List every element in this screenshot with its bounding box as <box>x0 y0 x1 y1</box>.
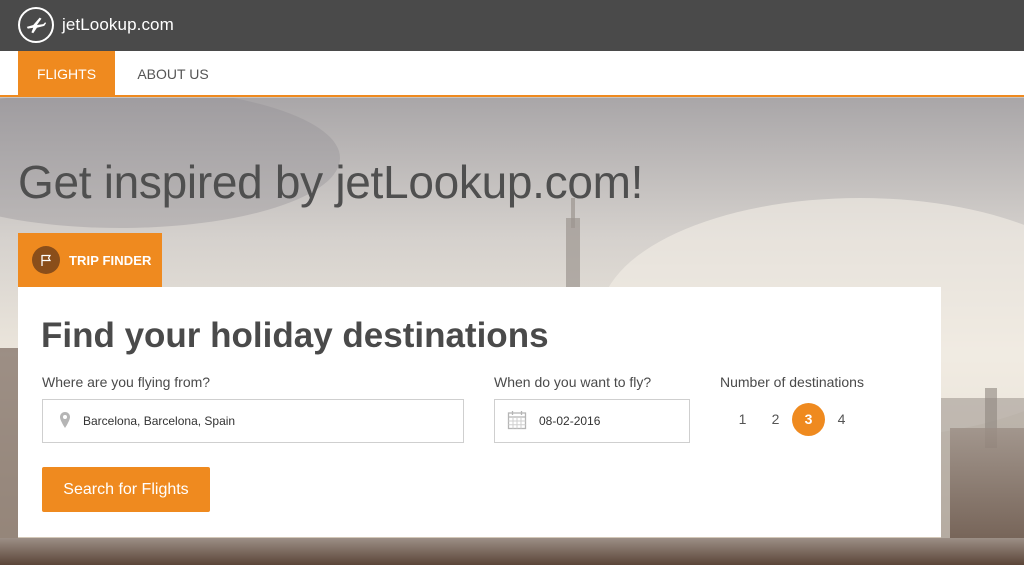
main-nav: FLIGHTS ABOUT US <box>0 51 1024 97</box>
search-flights-button[interactable]: Search for Flights <box>42 467 210 512</box>
date-value: 08-02-2016 <box>539 414 601 428</box>
trip-finder-card: Find your holiday destinations Where are… <box>18 287 941 537</box>
nav-flights[interactable]: FLIGHTS <box>18 51 115 96</box>
plane-icon <box>18 7 54 43</box>
tab-trip-finder-label: TRIP FINDER <box>69 252 152 268</box>
card-title: Find your holiday destinations <box>41 316 549 355</box>
destinations-option-4[interactable]: 4 <box>825 403 858 436</box>
brand-name: jetLookup.com <box>62 15 174 34</box>
calendar-icon <box>507 410 527 433</box>
location-pin-icon <box>59 411 71 432</box>
destinations-option-2[interactable]: 2 <box>759 403 792 436</box>
origin-input[interactable]: Barcelona, Barcelona, Spain <box>42 399 464 443</box>
from-label: Where are you flying from? <box>42 374 211 390</box>
nav-about-us[interactable]: ABOUT US <box>122 51 224 96</box>
top-bar: jetLookup.com <box>0 0 1024 51</box>
date-input[interactable]: 08-02-2016 <box>494 399 690 443</box>
destinations-option-1[interactable]: 1 <box>726 403 759 436</box>
destinations-label: Number of destinations <box>720 374 864 390</box>
hero-headline: Get inspired by jetLookup.com! <box>18 156 644 208</box>
destinations-option-3[interactable]: 3 <box>792 402 825 436</box>
flag-icon <box>32 246 60 274</box>
tab-trip-finder[interactable]: TRIP FINDER <box>18 233 162 287</box>
destinations-selector: 1 2 3 4 <box>726 402 858 436</box>
origin-value: Barcelona, Barcelona, Spain <box>83 414 236 428</box>
brand-logo[interactable]: jetLookup.com <box>18 7 174 43</box>
date-label: When do you want to fly? <box>494 374 652 390</box>
